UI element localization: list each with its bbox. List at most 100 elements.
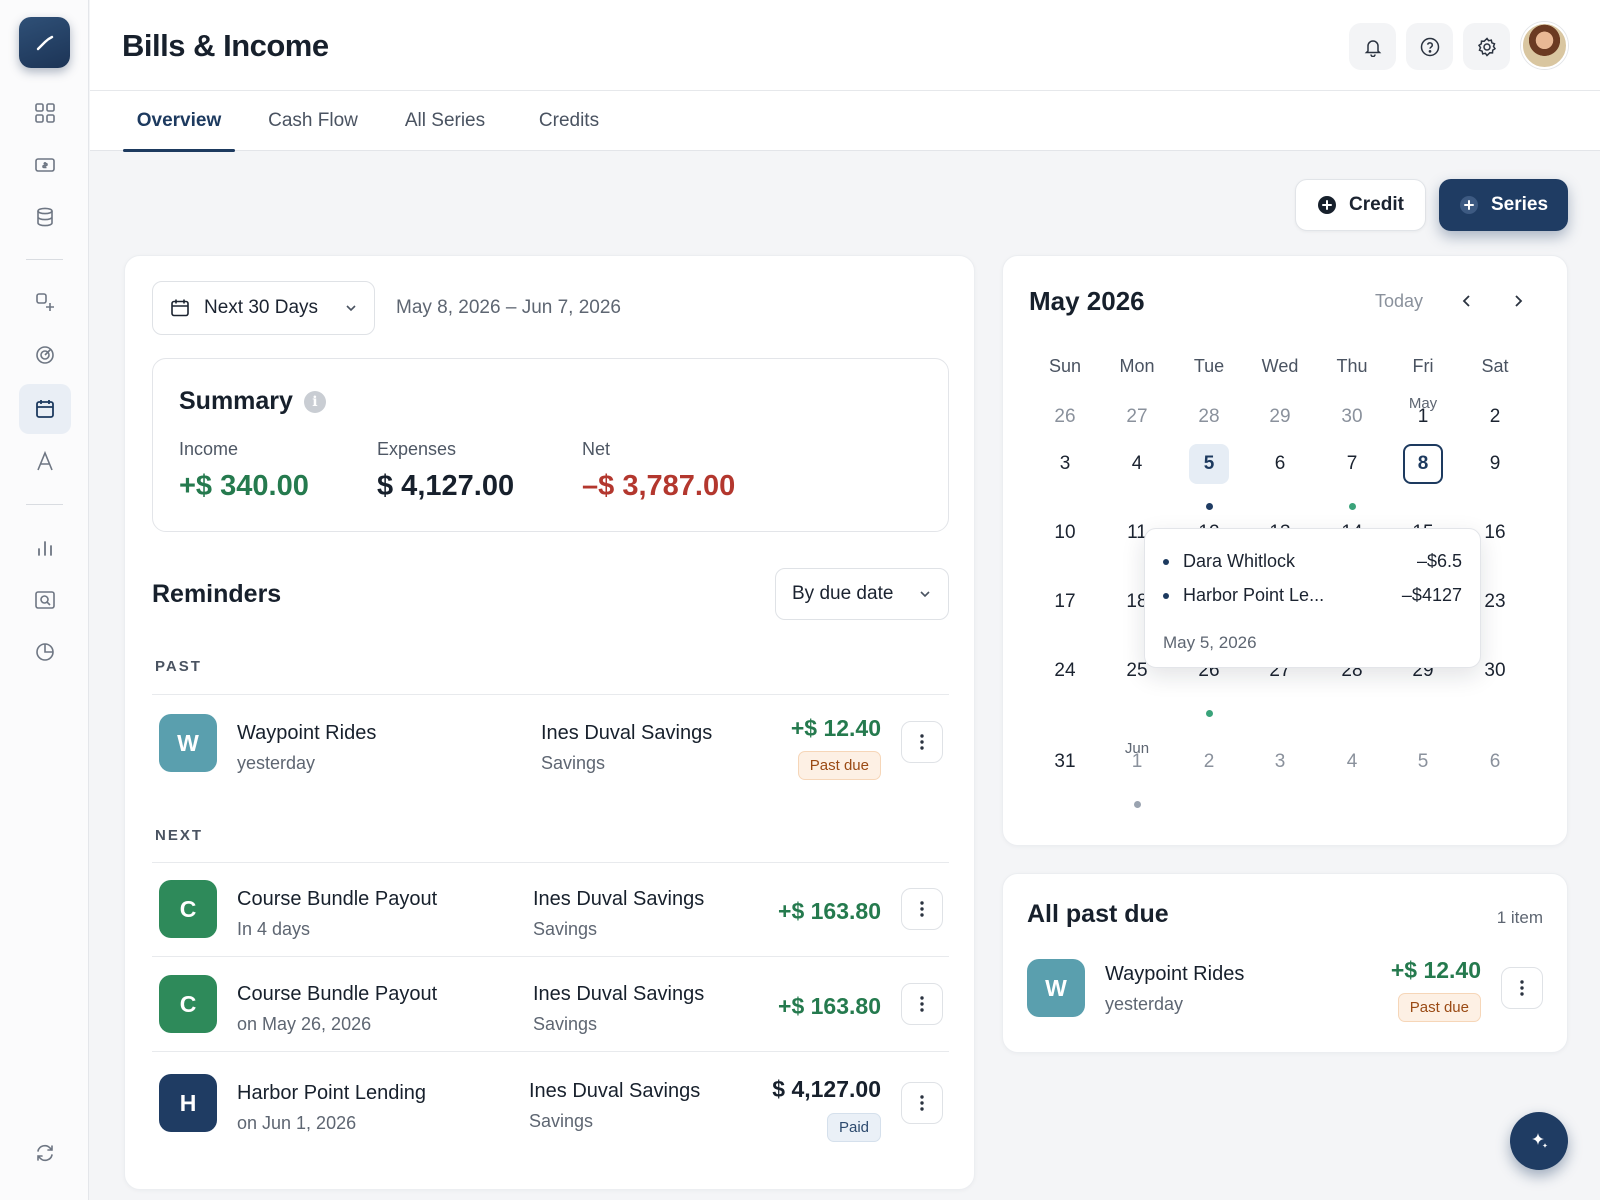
add-series-button[interactable]: Series [1439,179,1568,231]
nav-divider [26,504,63,505]
notifications-button[interactable] [1349,23,1396,70]
today-button[interactable]: Today [1375,291,1423,312]
calendar-day[interactable]: 27 [1117,397,1157,437]
payee-name: Course Bundle Payout [237,888,438,910]
user-avatar[interactable] [1521,22,1568,69]
tab-cash-flow[interactable]: Cash Flow [256,91,370,151]
pie-chart-icon[interactable] [19,627,71,677]
tab-credits[interactable]: Credits [521,91,617,151]
sort-select[interactable]: By due date [775,568,949,620]
calendar-day[interactable]: 28 [1189,397,1229,437]
tab-overview[interactable]: Overview [123,91,235,152]
calendar-day[interactable]: 1 [1117,742,1157,782]
calendar-day[interactable]: 30 [1475,651,1515,691]
reminder-row[interactable]: C Course Bundle Payout on May 26, 2026 I… [152,958,949,1050]
text-icon[interactable] [19,436,71,486]
bullet-icon [1163,558,1169,565]
chevron-right-icon [1515,295,1523,307]
assistant-button[interactable] [1510,1112,1568,1170]
more-button[interactable] [901,721,943,763]
calendar-day[interactable]: 5 [1189,444,1229,484]
income-value: +$ 340.00 [179,470,309,502]
settings-button[interactable] [1463,23,1510,70]
expenses-value: $ 4,127.00 [377,470,515,502]
calendar-day[interactable]: 6 [1475,742,1515,782]
calendar-day[interactable]: 23 [1475,582,1515,622]
more-button[interactable] [901,983,943,1025]
more-button[interactable] [1501,967,1543,1009]
plus-circle-icon [1318,196,1337,214]
nav-divider [26,259,63,260]
add-shapes-icon[interactable] [19,277,71,327]
reminder-row[interactable]: H Harbor Point Lending on Jun 1, 2026 In… [152,1053,949,1163]
info-icon[interactable]: i [303,390,326,413]
tab-all-series[interactable]: All Series [390,91,500,151]
tooltip-item: Harbor Point Le... –$4127 [1163,585,1462,606]
weekday-label: Tue [1193,356,1225,376]
weekday-label: Thu [1336,356,1368,376]
calendar-day[interactable]: 3 [1045,444,1085,484]
calendar-day[interactable]: 5 [1403,742,1443,782]
payee-avatar: W [159,714,217,772]
plus-circle-icon [1459,196,1478,214]
grid-icon[interactable] [19,88,71,138]
calendar-day[interactable]: 2 [1189,742,1229,782]
calendar-day[interactable]: 1 [1403,397,1443,437]
calendar-day[interactable]: 4 [1332,742,1372,782]
calendar-day[interactable]: 26 [1045,397,1085,437]
calendar-day[interactable]: 9 [1475,444,1515,484]
help-button[interactable] [1406,23,1453,70]
bar-chart-icon[interactable] [19,523,71,573]
calendar-day[interactable]: 2 [1475,397,1515,437]
account-type: Savings [541,753,606,773]
divider [152,1051,949,1052]
weekday-label: Sun [1048,356,1082,376]
payee-name[interactable]: Waypoint Rides [1105,963,1244,986]
payee-avatar: C [159,880,217,938]
calendar-day[interactable]: 3 [1260,742,1300,782]
reminder-row[interactable]: C Course Bundle Payout In 4 days Ines Du… [152,863,949,955]
calendar-day[interactable]: 24 [1045,651,1085,691]
calendar-day[interactable]: 30 [1332,397,1372,437]
calendar-day[interactable]: 4 [1117,444,1157,484]
calendar-day[interactable]: 8 [1403,444,1443,484]
account-type: Savings [533,1014,598,1034]
calendar-day[interactable]: 31 [1045,742,1085,782]
calendar-day[interactable]: 17 [1045,582,1085,622]
calendar-day[interactable]: 16 [1475,513,1515,553]
sidebar [0,0,89,1200]
payee-avatar: H [159,1074,217,1132]
due-when: on May 26, 2026 [237,1014,372,1034]
database-icon[interactable] [19,192,71,242]
date-range-select[interactable]: Next 30 Days [152,281,375,335]
payee-name: Harbor Point Lending [237,1082,427,1104]
calendar-day[interactable]: 29 [1260,397,1300,437]
more-button[interactable] [901,1082,943,1124]
money-icon[interactable] [19,140,71,190]
more-vertical-icon [920,1095,924,1111]
app-logo[interactable] [19,17,70,68]
due-when: on Jun 1, 2026 [237,1113,357,1133]
calendar-month-title: May 2026 [1029,286,1145,316]
prev-month-button[interactable] [1455,289,1479,313]
net-label: Net [582,439,611,459]
credit-button-label: Credit [1349,194,1404,215]
reminder-row[interactable]: W Waypoint Rides yesterday Ines Duval Sa… [152,696,949,788]
calendar-icon[interactable] [19,384,71,434]
event-dot [1133,801,1141,808]
more-vertical-icon [920,996,924,1012]
amount: $ 4,127.00 [772,1076,881,1102]
past-due-count: 1 item [1496,908,1543,927]
target-icon[interactable] [19,330,71,380]
tooltip-item-name: Dara Whitlock [1183,551,1296,571]
weekday-label: Mon [1119,356,1155,376]
add-credit-button[interactable]: Credit [1295,179,1426,231]
more-button[interactable] [901,888,943,930]
chevron-down-icon [346,305,356,312]
search-report-icon[interactable] [19,575,71,625]
next-month-button[interactable] [1506,289,1530,313]
calendar-day[interactable]: 10 [1045,513,1085,553]
sync-icon[interactable] [19,1128,71,1178]
calendar-day[interactable]: 7 [1332,444,1372,484]
calendar-day[interactable]: 6 [1260,444,1300,484]
